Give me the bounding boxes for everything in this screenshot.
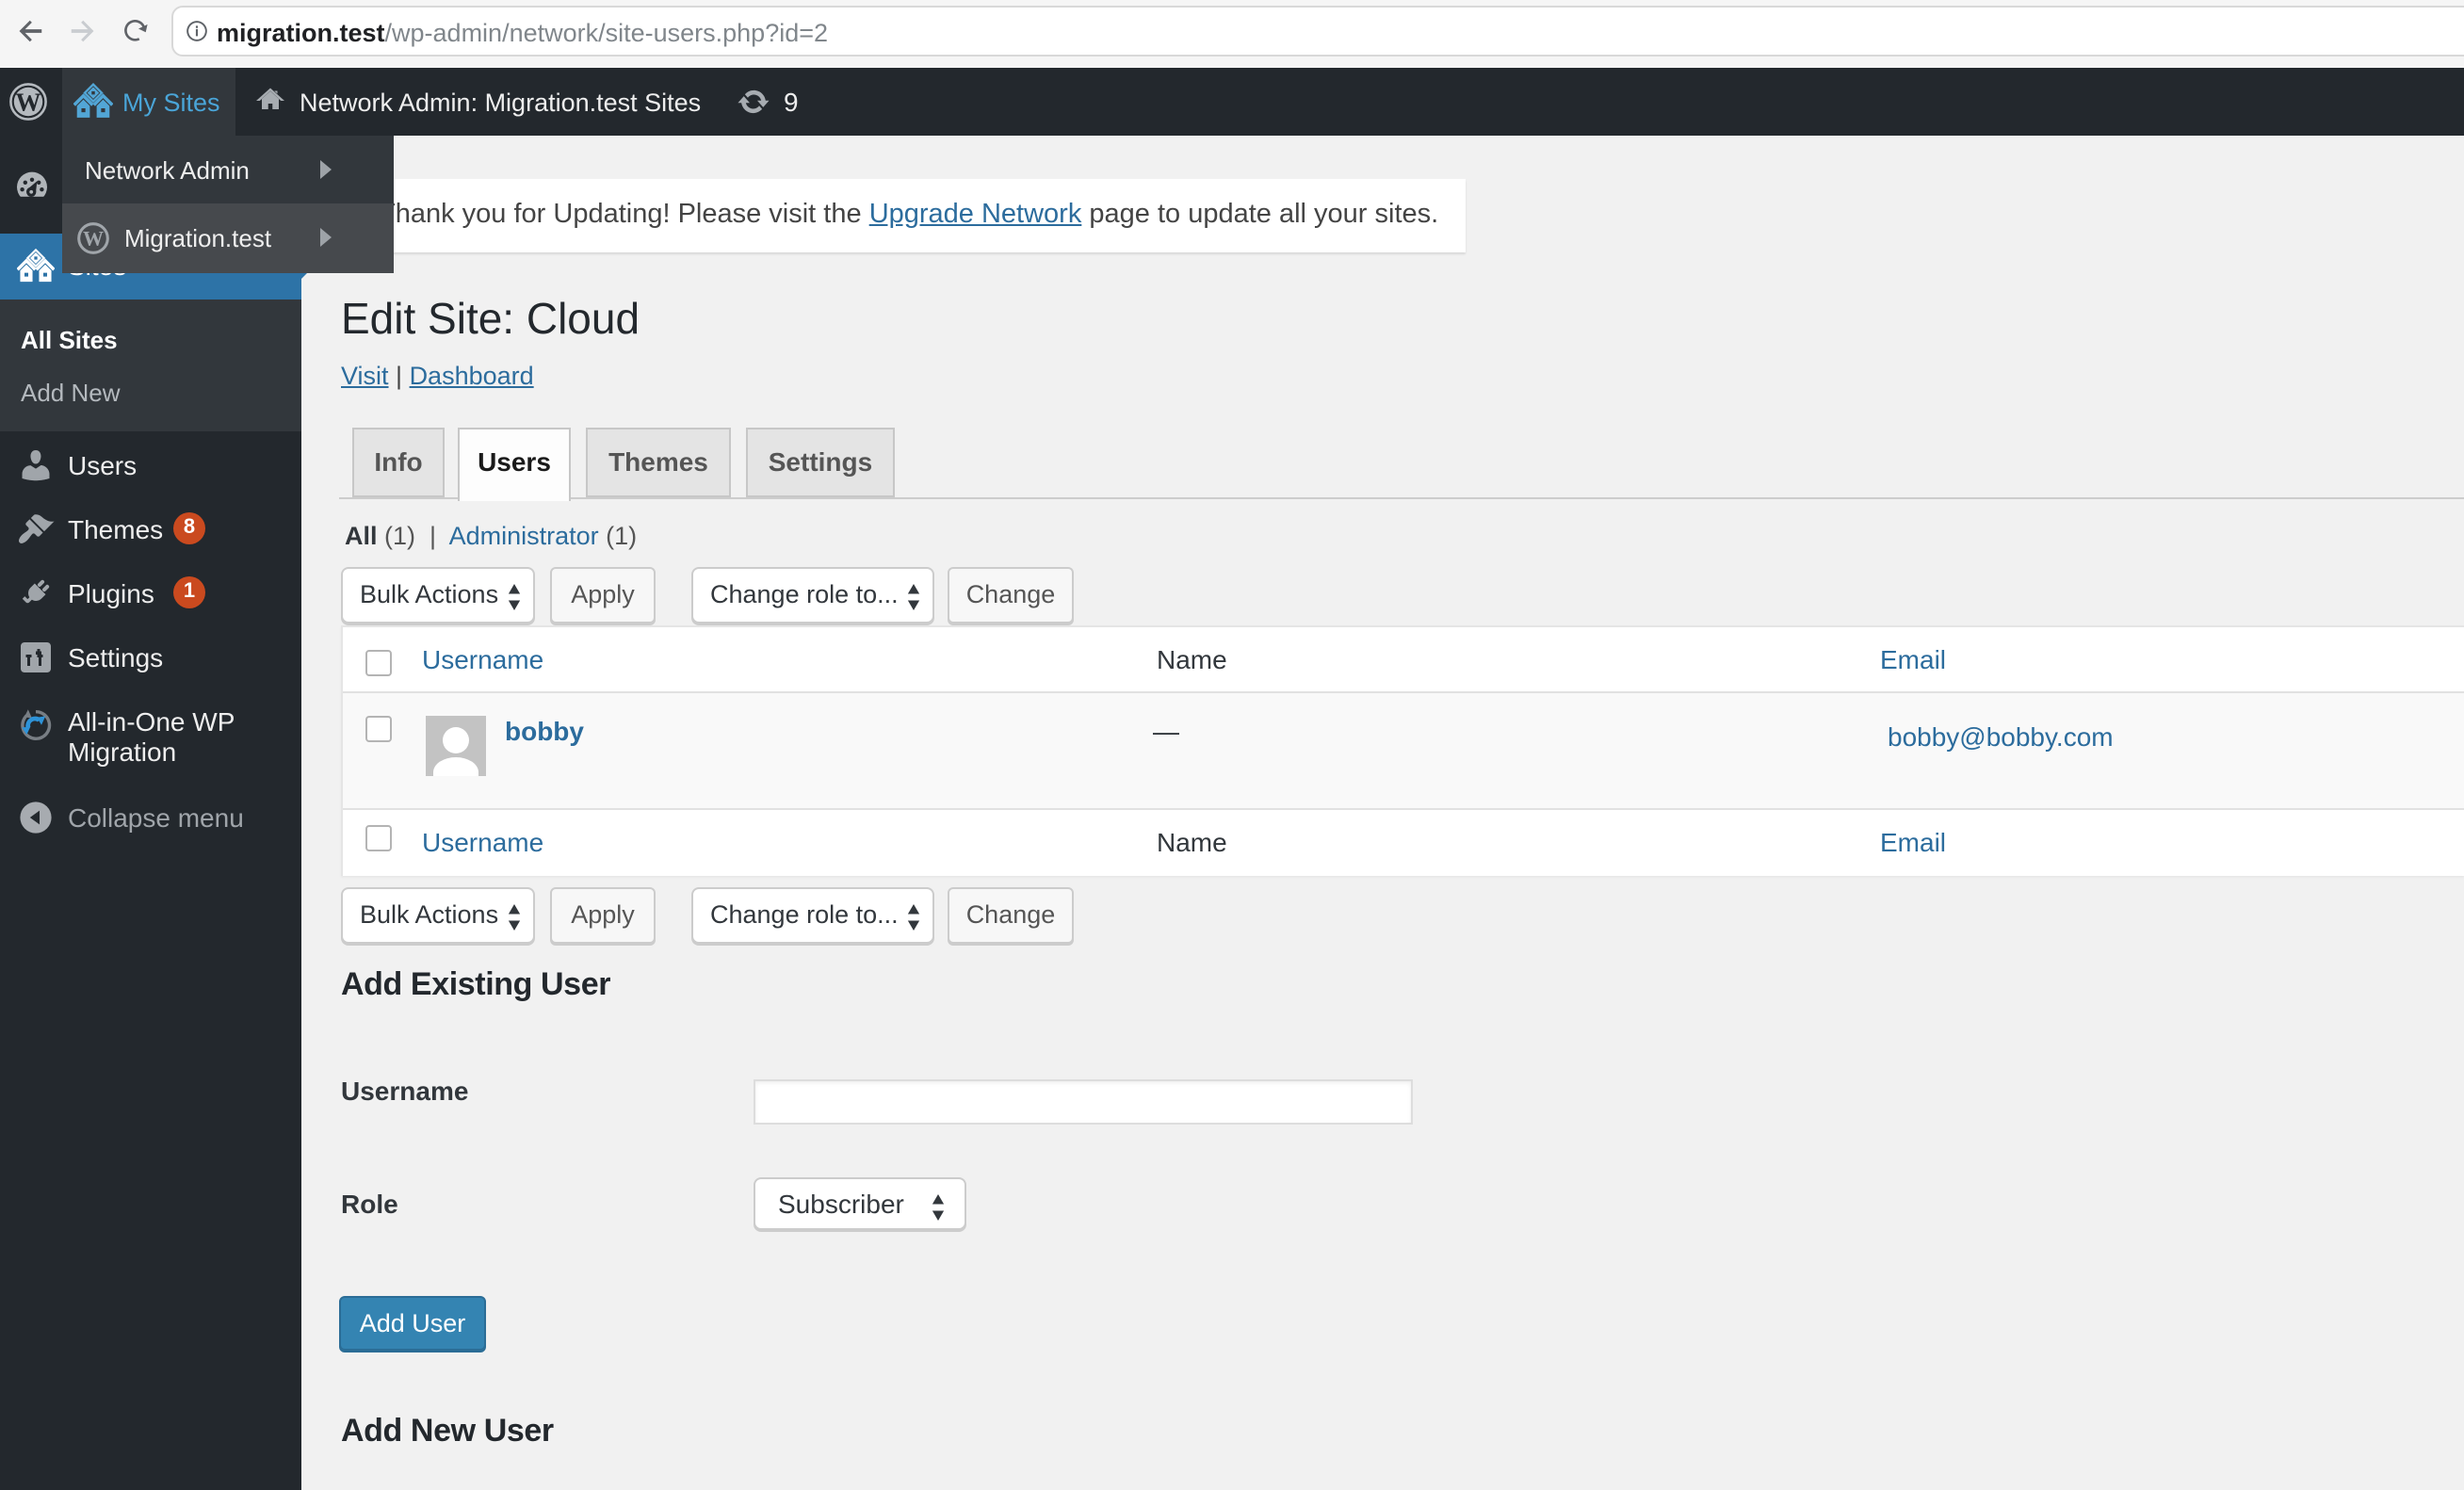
svg-text:W: W xyxy=(16,89,41,117)
svg-text:W: W xyxy=(83,227,104,251)
